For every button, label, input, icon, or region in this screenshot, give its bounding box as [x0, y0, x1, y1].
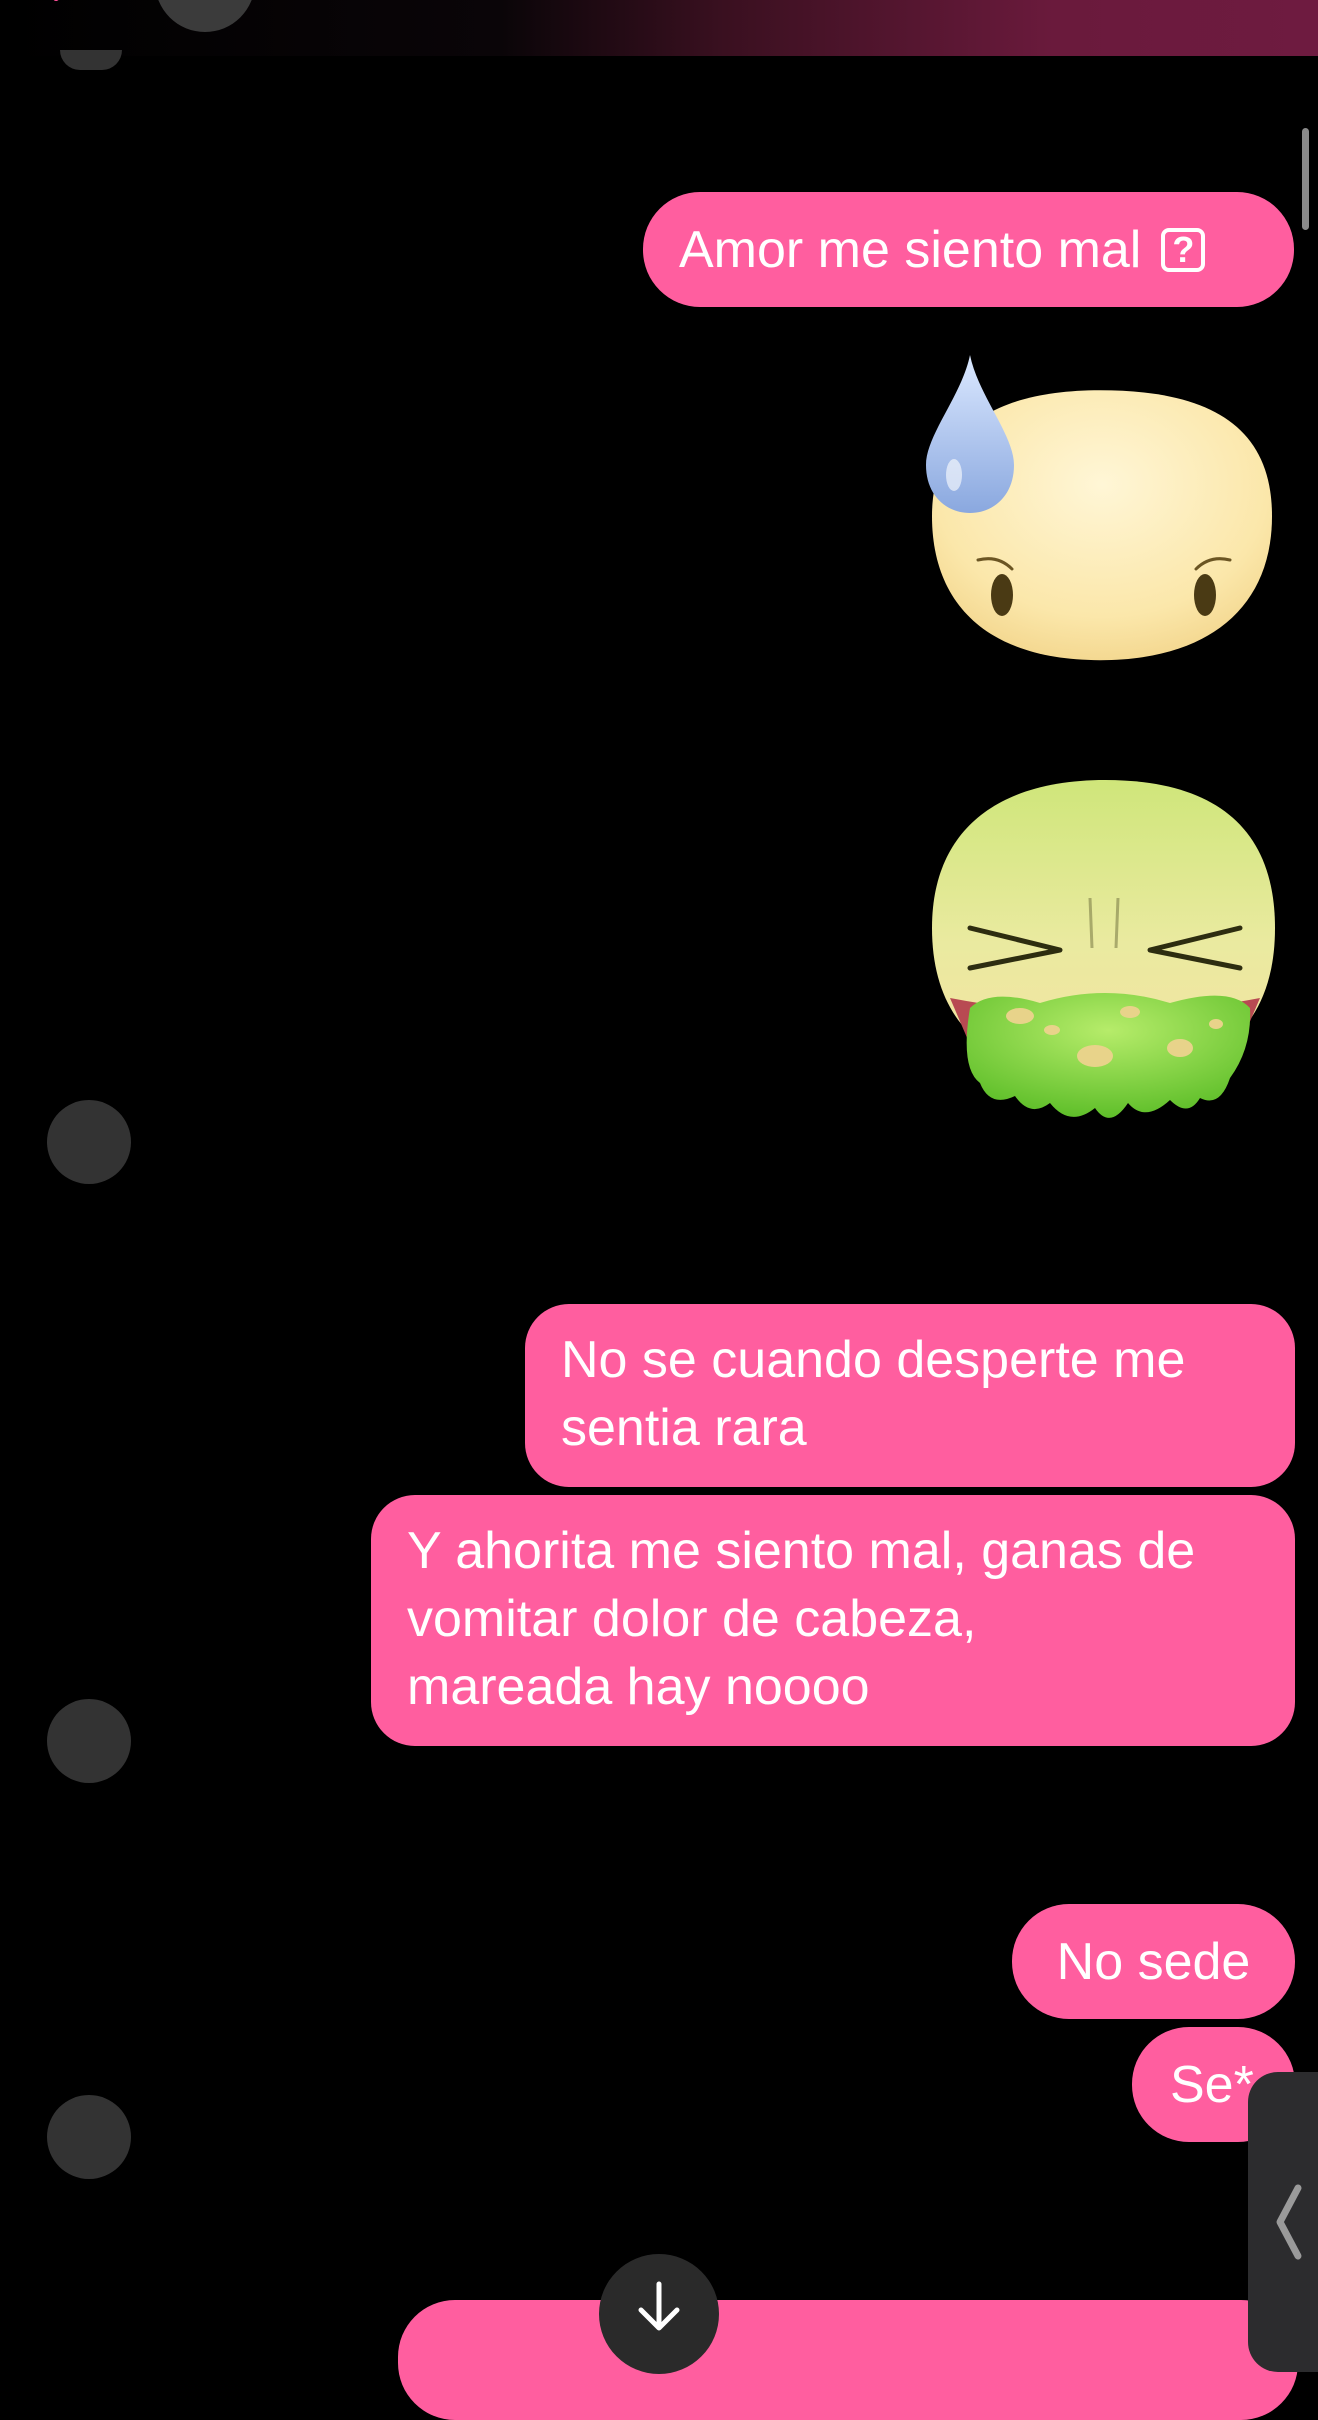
- message-line: Y ahorita me siento mal, ganas de: [407, 1522, 1196, 1580]
- avatar: [60, 50, 122, 70]
- message-bubble-partial[interactable]: [398, 2300, 1298, 2420]
- message-line: No se cuando desperte me: [561, 1331, 1186, 1389]
- message-line: mareada hay noooo: [407, 1658, 870, 1716]
- chat-header: [0, 0, 1318, 56]
- unsupported-character-icon: ?: [1161, 227, 1206, 272]
- chevron-left-icon: [1276, 2184, 1302, 2260]
- avatar: [47, 2095, 131, 2179]
- message-line: sentia rara: [561, 1399, 807, 1457]
- message-bubble[interactable]: No se cuando desperte me sentia rara: [525, 1304, 1295, 1487]
- vomiting-face-emoji[interactable]: [930, 778, 1280, 1128]
- message-bubble[interactable]: Y ahorita me siento mal, ganas de vomita…: [371, 1495, 1295, 1746]
- chevron-left-icon[interactable]: [52, 0, 78, 6]
- sweating-worried-face-emoji[interactable]: [920, 355, 1280, 685]
- arrow-down-icon: [638, 2281, 680, 2331]
- message-line: vomitar dolor de cabeza,: [407, 1590, 977, 1648]
- contact-avatar[interactable]: [155, 0, 255, 32]
- avatar: [47, 1699, 131, 1783]
- message-text: No sede: [1056, 1932, 1251, 1991]
- message-text: Amor me siento mal: [679, 220, 1142, 279]
- message-bubble[interactable]: Amor me siento mal ?: [643, 192, 1294, 307]
- message-text: Se*: [1170, 2055, 1254, 2114]
- avatar: [47, 1100, 131, 1184]
- side-panel-handle[interactable]: [1248, 2072, 1318, 2372]
- scrollbar[interactable]: [1302, 128, 1309, 230]
- message-bubble[interactable]: No sede: [1012, 1904, 1295, 2019]
- scroll-to-bottom-button[interactable]: [599, 2254, 719, 2374]
